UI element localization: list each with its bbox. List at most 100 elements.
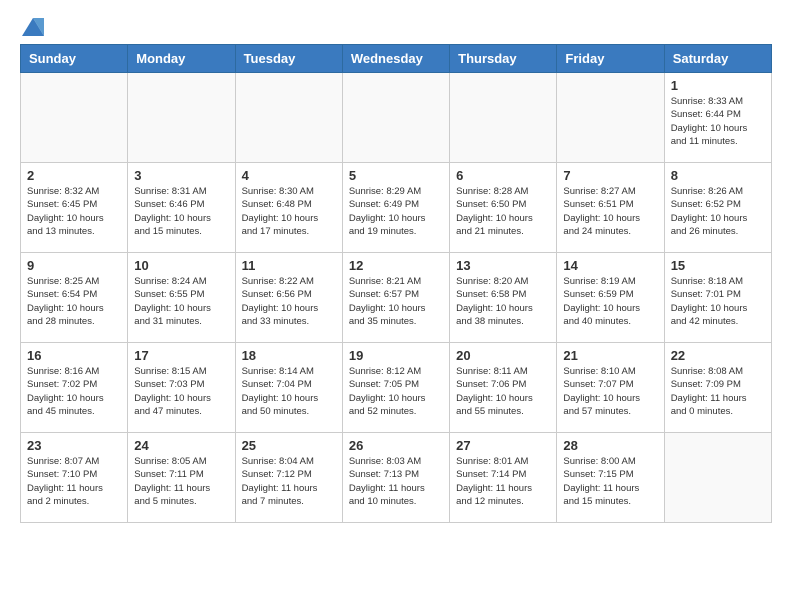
header-cell-thursday: Thursday bbox=[450, 45, 557, 73]
day-cell: 1 Sunrise: 8:33 AM Sunset: 6:44 PM Daylig… bbox=[664, 73, 771, 163]
logo bbox=[20, 20, 44, 34]
day-info: Sunrise: 8:05 AM Sunset: 7:11 PM Dayligh… bbox=[134, 455, 228, 508]
day-number: 5 bbox=[349, 168, 443, 183]
day-number: 10 bbox=[134, 258, 228, 273]
day-number: 12 bbox=[349, 258, 443, 273]
header-row: SundayMondayTuesdayWednesdayThursdayFrid… bbox=[21, 45, 772, 73]
day-cell: 23 Sunrise: 8:07 AM Sunset: 7:10 PM Dayli… bbox=[21, 433, 128, 523]
day-info: Sunrise: 8:22 AM Sunset: 6:56 PM Dayligh… bbox=[242, 275, 336, 328]
week-row-1: 1 Sunrise: 8:33 AM Sunset: 6:44 PM Daylig… bbox=[21, 73, 772, 163]
day-info: Sunrise: 8:10 AM Sunset: 7:07 PM Dayligh… bbox=[563, 365, 657, 418]
day-number: 15 bbox=[671, 258, 765, 273]
header-cell-friday: Friday bbox=[557, 45, 664, 73]
day-cell: 19 Sunrise: 8:12 AM Sunset: 7:05 PM Dayli… bbox=[342, 343, 449, 433]
day-info: Sunrise: 8:07 AM Sunset: 7:10 PM Dayligh… bbox=[27, 455, 121, 508]
day-info: Sunrise: 8:03 AM Sunset: 7:13 PM Dayligh… bbox=[349, 455, 443, 508]
day-info: Sunrise: 8:29 AM Sunset: 6:49 PM Dayligh… bbox=[349, 185, 443, 238]
day-cell: 26 Sunrise: 8:03 AM Sunset: 7:13 PM Dayli… bbox=[342, 433, 449, 523]
day-cell bbox=[342, 73, 449, 163]
day-info: Sunrise: 8:08 AM Sunset: 7:09 PM Dayligh… bbox=[671, 365, 765, 418]
day-number: 17 bbox=[134, 348, 228, 363]
day-info: Sunrise: 8:15 AM Sunset: 7:03 PM Dayligh… bbox=[134, 365, 228, 418]
day-info: Sunrise: 8:24 AM Sunset: 6:55 PM Dayligh… bbox=[134, 275, 228, 328]
day-number: 28 bbox=[563, 438, 657, 453]
week-row-2: 2 Sunrise: 8:32 AM Sunset: 6:45 PM Daylig… bbox=[21, 163, 772, 253]
day-cell: 16 Sunrise: 8:16 AM Sunset: 7:02 PM Dayli… bbox=[21, 343, 128, 433]
day-cell: 3 Sunrise: 8:31 AM Sunset: 6:46 PM Daylig… bbox=[128, 163, 235, 253]
day-number: 26 bbox=[349, 438, 443, 453]
day-cell: 4 Sunrise: 8:30 AM Sunset: 6:48 PM Daylig… bbox=[235, 163, 342, 253]
header-cell-saturday: Saturday bbox=[664, 45, 771, 73]
day-info: Sunrise: 8:18 AM Sunset: 7:01 PM Dayligh… bbox=[671, 275, 765, 328]
day-cell: 24 Sunrise: 8:05 AM Sunset: 7:11 PM Dayli… bbox=[128, 433, 235, 523]
day-info: Sunrise: 8:12 AM Sunset: 7:05 PM Dayligh… bbox=[349, 365, 443, 418]
day-number: 18 bbox=[242, 348, 336, 363]
day-cell bbox=[664, 433, 771, 523]
day-cell: 8 Sunrise: 8:26 AM Sunset: 6:52 PM Daylig… bbox=[664, 163, 771, 253]
day-info: Sunrise: 8:14 AM Sunset: 7:04 PM Dayligh… bbox=[242, 365, 336, 418]
week-row-5: 23 Sunrise: 8:07 AM Sunset: 7:10 PM Dayli… bbox=[21, 433, 772, 523]
day-number: 25 bbox=[242, 438, 336, 453]
day-info: Sunrise: 8:19 AM Sunset: 6:59 PM Dayligh… bbox=[563, 275, 657, 328]
day-cell: 20 Sunrise: 8:11 AM Sunset: 7:06 PM Dayli… bbox=[450, 343, 557, 433]
week-row-4: 16 Sunrise: 8:16 AM Sunset: 7:02 PM Dayli… bbox=[21, 343, 772, 433]
day-cell: 27 Sunrise: 8:01 AM Sunset: 7:14 PM Dayli… bbox=[450, 433, 557, 523]
day-number: 19 bbox=[349, 348, 443, 363]
day-number: 24 bbox=[134, 438, 228, 453]
logo-icon bbox=[22, 18, 44, 36]
header-cell-sunday: Sunday bbox=[21, 45, 128, 73]
day-info: Sunrise: 8:00 AM Sunset: 7:15 PM Dayligh… bbox=[563, 455, 657, 508]
day-cell: 11 Sunrise: 8:22 AM Sunset: 6:56 PM Dayli… bbox=[235, 253, 342, 343]
day-cell bbox=[128, 73, 235, 163]
day-number: 16 bbox=[27, 348, 121, 363]
day-cell: 5 Sunrise: 8:29 AM Sunset: 6:49 PM Daylig… bbox=[342, 163, 449, 253]
day-info: Sunrise: 8:21 AM Sunset: 6:57 PM Dayligh… bbox=[349, 275, 443, 328]
day-number: 9 bbox=[27, 258, 121, 273]
day-info: Sunrise: 8:01 AM Sunset: 7:14 PM Dayligh… bbox=[456, 455, 550, 508]
day-number: 21 bbox=[563, 348, 657, 363]
day-info: Sunrise: 8:30 AM Sunset: 6:48 PM Dayligh… bbox=[242, 185, 336, 238]
page-header bbox=[20, 20, 772, 34]
day-info: Sunrise: 8:25 AM Sunset: 6:54 PM Dayligh… bbox=[27, 275, 121, 328]
day-info: Sunrise: 8:04 AM Sunset: 7:12 PM Dayligh… bbox=[242, 455, 336, 508]
day-info: Sunrise: 8:26 AM Sunset: 6:52 PM Dayligh… bbox=[671, 185, 765, 238]
day-number: 22 bbox=[671, 348, 765, 363]
day-number: 1 bbox=[671, 78, 765, 93]
day-number: 4 bbox=[242, 168, 336, 183]
day-cell bbox=[21, 73, 128, 163]
day-number: 20 bbox=[456, 348, 550, 363]
day-number: 2 bbox=[27, 168, 121, 183]
day-info: Sunrise: 8:28 AM Sunset: 6:50 PM Dayligh… bbox=[456, 185, 550, 238]
day-number: 11 bbox=[242, 258, 336, 273]
day-cell: 10 Sunrise: 8:24 AM Sunset: 6:55 PM Dayli… bbox=[128, 253, 235, 343]
day-number: 7 bbox=[563, 168, 657, 183]
day-cell: 18 Sunrise: 8:14 AM Sunset: 7:04 PM Dayli… bbox=[235, 343, 342, 433]
header-cell-monday: Monday bbox=[128, 45, 235, 73]
day-info: Sunrise: 8:16 AM Sunset: 7:02 PM Dayligh… bbox=[27, 365, 121, 418]
day-cell bbox=[235, 73, 342, 163]
day-cell: 22 Sunrise: 8:08 AM Sunset: 7:09 PM Dayli… bbox=[664, 343, 771, 433]
day-number: 8 bbox=[671, 168, 765, 183]
day-info: Sunrise: 8:27 AM Sunset: 6:51 PM Dayligh… bbox=[563, 185, 657, 238]
day-cell: 13 Sunrise: 8:20 AM Sunset: 6:58 PM Dayli… bbox=[450, 253, 557, 343]
day-cell: 17 Sunrise: 8:15 AM Sunset: 7:03 PM Dayli… bbox=[128, 343, 235, 433]
header-cell-tuesday: Tuesday bbox=[235, 45, 342, 73]
day-info: Sunrise: 8:11 AM Sunset: 7:06 PM Dayligh… bbox=[456, 365, 550, 418]
day-info: Sunrise: 8:33 AM Sunset: 6:44 PM Dayligh… bbox=[671, 95, 765, 148]
day-number: 27 bbox=[456, 438, 550, 453]
day-info: Sunrise: 8:31 AM Sunset: 6:46 PM Dayligh… bbox=[134, 185, 228, 238]
day-cell: 12 Sunrise: 8:21 AM Sunset: 6:57 PM Dayli… bbox=[342, 253, 449, 343]
day-cell bbox=[557, 73, 664, 163]
day-number: 13 bbox=[456, 258, 550, 273]
day-info: Sunrise: 8:20 AM Sunset: 6:58 PM Dayligh… bbox=[456, 275, 550, 328]
calendar-table: SundayMondayTuesdayWednesdayThursdayFrid… bbox=[20, 44, 772, 523]
week-row-3: 9 Sunrise: 8:25 AM Sunset: 6:54 PM Daylig… bbox=[21, 253, 772, 343]
day-cell: 28 Sunrise: 8:00 AM Sunset: 7:15 PM Dayli… bbox=[557, 433, 664, 523]
day-number: 23 bbox=[27, 438, 121, 453]
day-cell: 6 Sunrise: 8:28 AM Sunset: 6:50 PM Daylig… bbox=[450, 163, 557, 253]
day-number: 3 bbox=[134, 168, 228, 183]
day-number: 6 bbox=[456, 168, 550, 183]
day-cell bbox=[450, 73, 557, 163]
day-cell: 2 Sunrise: 8:32 AM Sunset: 6:45 PM Daylig… bbox=[21, 163, 128, 253]
day-info: Sunrise: 8:32 AM Sunset: 6:45 PM Dayligh… bbox=[27, 185, 121, 238]
